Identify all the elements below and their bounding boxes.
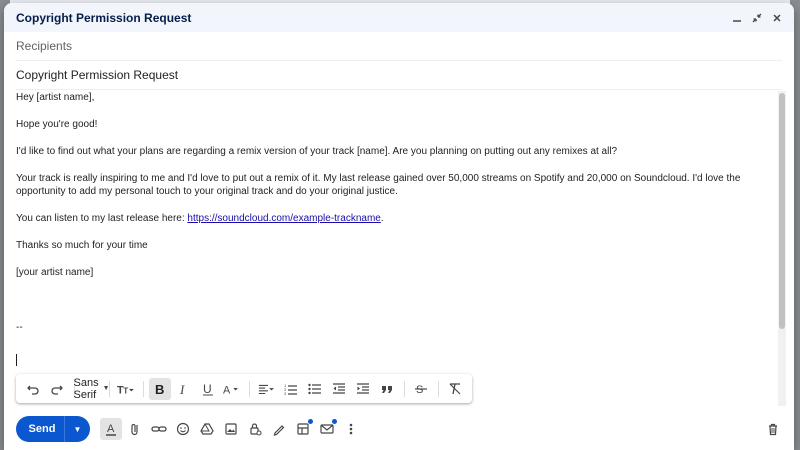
new-feature-dot — [308, 419, 313, 424]
body-listen: You can listen to my last release here: … — [16, 212, 774, 225]
redo-icon[interactable] — [46, 378, 68, 400]
align-icon[interactable] — [256, 378, 278, 400]
font-family-select[interactable]: Sans Serif ▼ — [74, 377, 110, 401]
scrollbar-thumb[interactable] — [779, 93, 785, 329]
body-thanks: Thanks so much for your time — [16, 240, 148, 251]
font-size-icon[interactable]: TT — [115, 378, 137, 400]
body-line-1: Hope you're good! — [16, 119, 98, 130]
confidential-mode-icon[interactable] — [244, 418, 266, 440]
compose-window: Copyright Permission Request Recipients … — [4, 3, 794, 450]
signature-separator: -- — [16, 322, 23, 333]
compose-titlebar[interactable]: Copyright Permission Request — [4, 3, 794, 32]
attach-file-icon[interactable] — [124, 418, 146, 440]
window-controls — [730, 11, 784, 25]
svg-text:T: T — [123, 386, 128, 395]
text-cursor — [16, 354, 17, 366]
subject-field[interactable]: Copyright Permission Request — [16, 61, 782, 90]
new-feature-dot — [332, 419, 337, 424]
send-options-chevron-icon[interactable]: ▼ — [64, 416, 90, 442]
message-body[interactable]: Hey [artist name], Hope you're good! I'd… — [16, 91, 774, 391]
exit-fullscreen-icon[interactable] — [750, 11, 764, 25]
send-button[interactable]: Send — [16, 416, 64, 442]
recipients-field[interactable]: Recipients — [16, 32, 782, 61]
soundcloud-link[interactable]: https://soundcloud.com/example-trackname — [187, 213, 380, 224]
insert-photo-icon[interactable] — [220, 418, 242, 440]
svg-text:B: B — [155, 382, 164, 396]
layouts-icon[interactable] — [292, 418, 314, 440]
formatting-toolbar: Sans Serif ▼ TT B I U A 123 S — [16, 374, 472, 403]
bold-icon[interactable]: B — [149, 377, 172, 400]
listen-prefix: You can listen to my last release here: — [16, 213, 188, 224]
indent-less-icon[interactable] — [328, 378, 350, 400]
compose-bottom-bar: Send ▼ A — [4, 411, 794, 447]
svg-text:3: 3 — [284, 391, 287, 396]
svg-text:U: U — [203, 382, 212, 396]
strikethrough-icon[interactable]: S — [410, 378, 432, 400]
indent-more-icon[interactable] — [352, 378, 374, 400]
underline-icon[interactable]: U — [197, 378, 219, 400]
more-options-icon[interactable] — [340, 418, 362, 440]
emoji-icon[interactable] — [172, 418, 194, 440]
discard-draft-trash-icon[interactable] — [762, 418, 784, 440]
signature-pen-icon[interactable] — [268, 418, 290, 440]
close-icon[interactable] — [770, 11, 784, 25]
bulleted-list-icon[interactable] — [304, 378, 326, 400]
formatting-options-icon[interactable]: A — [100, 418, 122, 440]
svg-text:S: S — [416, 384, 423, 396]
quote-icon[interactable] — [376, 378, 398, 400]
compose-title: Copyright Permission Request — [16, 10, 192, 25]
remove-formatting-icon[interactable] — [444, 378, 466, 400]
insert-link-icon[interactable] — [148, 418, 170, 440]
undo-icon[interactable] — [22, 378, 44, 400]
compose-options: A — [100, 418, 362, 440]
body-signature: [your artist name] — [16, 267, 94, 278]
recipients-placeholder: Recipients — [16, 39, 73, 53]
google-drive-icon[interactable] — [196, 418, 218, 440]
listen-suffix: . — [380, 213, 384, 224]
italic-icon[interactable]: I — [173, 378, 195, 400]
svg-text:A: A — [107, 423, 115, 435]
svg-text:A: A — [223, 384, 231, 396]
send-button-group: Send ▼ — [16, 416, 90, 442]
numbered-list-icon[interactable]: 123 — [280, 378, 302, 400]
font-family-value: Sans Serif — [73, 376, 99, 401]
body-greeting: Hey [artist name], — [16, 92, 95, 103]
minimize-icon[interactable] — [730, 11, 744, 25]
text-color-icon[interactable]: A — [221, 378, 243, 400]
email-template-icon[interactable] — [316, 418, 338, 440]
body-line-2: I'd like to find out what your plans are… — [16, 146, 618, 157]
subject-value: Copyright Permission Request — [16, 68, 179, 82]
svg-text:I: I — [179, 382, 185, 396]
body-line-3: Your track is really inspiring to me and… — [16, 173, 741, 197]
